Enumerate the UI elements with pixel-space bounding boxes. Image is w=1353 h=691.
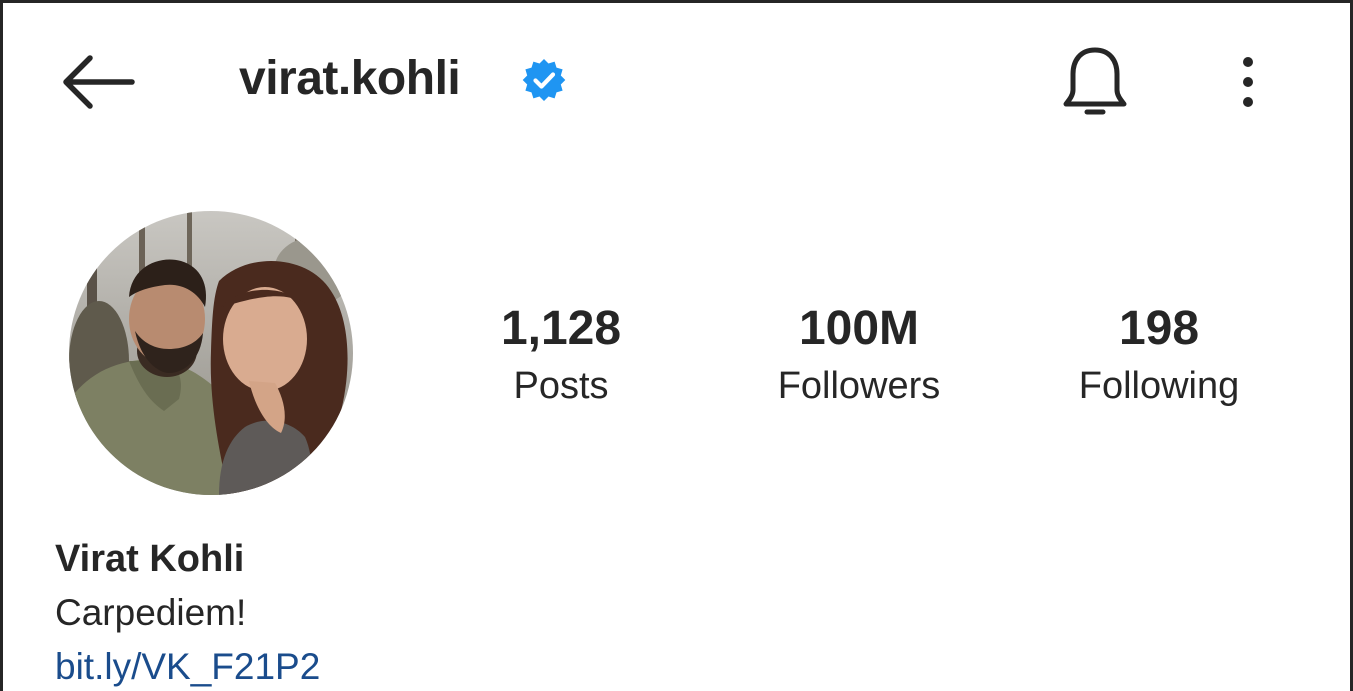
followers-count-value: 100M: [798, 302, 920, 355]
verified-badge-icon: [522, 59, 566, 101]
posts-count[interactable]: 1,128 Posts: [431, 299, 691, 411]
profile-link[interactable]: bit.ly/VK_F21P2: [55, 643, 320, 691]
profile-avatar[interactable]: [69, 211, 353, 495]
profile-photo: [69, 211, 353, 495]
bell-icon: [1063, 47, 1127, 115]
posts-count-value: 1,128: [500, 302, 622, 355]
following-count-label: Following: [1078, 365, 1240, 407]
arrow-left-icon: [63, 55, 135, 109]
followers-count[interactable]: 100M Followers: [729, 299, 989, 411]
following-count-value: 198: [1118, 302, 1200, 355]
profile-username: virat.kohli: [239, 52, 461, 105]
following-count[interactable]: 198 Following: [1029, 299, 1289, 411]
more-options-button[interactable]: [1225, 47, 1271, 117]
profile-screen: virat.kohli 1,128 Posts 100M Followers 1…: [3, 3, 1350, 691]
posts-count-label: Posts: [513, 365, 609, 407]
followers-count-label: Followers: [777, 365, 941, 407]
back-button[interactable]: [55, 47, 139, 117]
profile-full-name: Virat Kohli: [55, 538, 245, 580]
notifications-button[interactable]: [1055, 43, 1135, 123]
more-vertical-icon: [1243, 57, 1253, 107]
profile-bio: Carpediem!: [55, 592, 247, 633]
